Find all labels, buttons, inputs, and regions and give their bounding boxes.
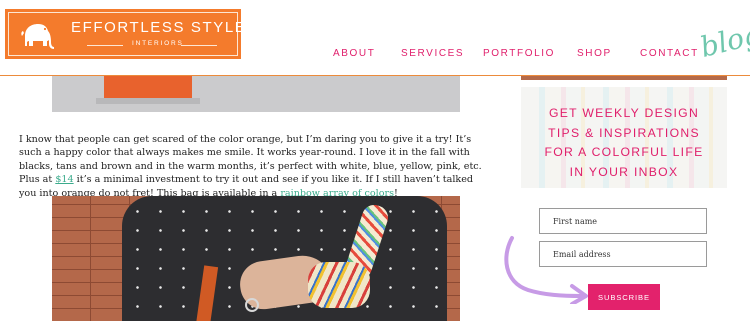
orange-bag-image <box>104 76 192 99</box>
nav-portfolio[interactable]: PORTFOLIO <box>483 48 555 59</box>
scarf-wrap <box>308 262 370 308</box>
site-logo[interactable]: EFFORTLESS STYLE INTERIORS <box>5 9 245 59</box>
promo-line-2: TIPS & INSPIRATIONS <box>548 125 700 140</box>
site-header: EFFORTLESS STYLE INTERIORS ABOUT SERVICE… <box>0 0 750 76</box>
nav-shop[interactable]: SHOP <box>577 48 612 59</box>
promo-line-1: GET WEEKLY DESIGN <box>548 106 700 120</box>
article-paragraph: I know that people can get scared of the… <box>19 133 489 201</box>
sidebar-image-edge <box>521 76 727 80</box>
promo-line-4: IN YOUR INBOX <box>569 164 679 179</box>
logo-rule-right <box>181 45 217 46</box>
subscribe-button[interactable]: SUBSCRIBE <box>588 284 660 310</box>
brand-subtitle: INTERIORS <box>132 40 184 47</box>
bag-shadow <box>96 98 200 104</box>
article-photo <box>52 196 460 321</box>
nav-services[interactable]: SERVICES <box>401 48 464 59</box>
price-link[interactable]: $14 <box>55 174 73 185</box>
promo-heading: GET WEEKLY DESIGN TIPS & INSPIRATIONS FO… <box>521 104 727 182</box>
ring <box>245 298 259 312</box>
nav-about[interactable]: ABOUT <box>333 48 375 59</box>
article-image-top <box>52 76 460 112</box>
newsletter-promo: GET WEEKLY DESIGN TIPS & INSPIRATIONS FO… <box>521 87 727 188</box>
nav-contact[interactable]: CONTACT <box>640 48 699 59</box>
first-name-input[interactable] <box>539 208 707 234</box>
logo-rule-left <box>87 45 123 46</box>
arrow-icon <box>504 236 588 304</box>
elephant-icon <box>21 24 54 49</box>
promo-line-3: FOR A COLORFUL LIFE <box>544 145 704 159</box>
brand-title: EFFORTLESS STYLE <box>71 19 247 36</box>
blog-link[interactable]: blog <box>697 17 750 64</box>
